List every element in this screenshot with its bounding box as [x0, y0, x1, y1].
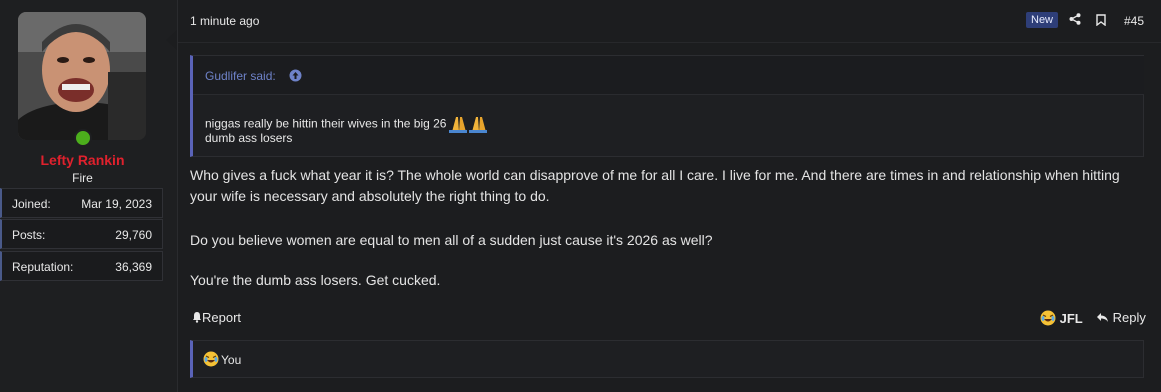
- post-actions: Report JFL Reply: [190, 308, 1150, 328]
- avatar[interactable]: [18, 12, 146, 140]
- praying-hands-icon: [446, 113, 490, 136]
- quote-header: Gudlifer said:: [193, 56, 1144, 95]
- message-body: 1 minute ago New #45 Gudlifer said: nigg…: [177, 0, 1161, 392]
- post-number[interactable]: #45: [1124, 14, 1144, 28]
- post-paragraph: You're the dumb ass losers. Get cucked.: [190, 272, 441, 288]
- jfl-emoji-icon: [203, 351, 219, 372]
- quote-text-line: dumb ass losers: [205, 131, 293, 145]
- message-pointer: [166, 30, 177, 50]
- stat-value: 36,369: [115, 260, 152, 274]
- quote-block: Gudlifer said: niggas really be hittin t…: [190, 55, 1144, 157]
- user-title: Fire: [72, 171, 93, 185]
- stat-label: Posts:: [12, 228, 46, 242]
- post-paragraph: Do you believe women are equal to men al…: [190, 232, 713, 248]
- jfl-reaction-button[interactable]: JFL: [1040, 310, 1083, 326]
- username[interactable]: Lefty Rankin: [0, 152, 165, 168]
- quote-text: niggas really be hittin their wives in t…: [205, 116, 447, 131]
- stat-value: Mar 19, 2023: [81, 197, 152, 211]
- share-icon[interactable]: [1069, 12, 1081, 30]
- report-label: Report: [202, 310, 242, 325]
- reactions-bar[interactable]: You: [190, 340, 1144, 378]
- report-button[interactable]: Report: [192, 310, 241, 325]
- user-panel: Lefty Rankin Fire Joined: Mar 19, 2023 P…: [0, 0, 165, 392]
- new-badge: New: [1026, 12, 1059, 28]
- stat-reputation: Reputation: 36,369: [0, 251, 163, 281]
- stat-joined: Joined: Mar 19, 2023: [0, 188, 163, 218]
- reply-button[interactable]: Reply: [1096, 310, 1146, 325]
- post-paragraph: Who gives a fuck what year it is? The wh…: [190, 167, 1120, 204]
- stat-label: Reputation:: [12, 260, 74, 274]
- stat-label: Joined:: [12, 197, 51, 211]
- reply-label: Reply: [1112, 310, 1146, 325]
- stat-posts: Posts: 29,760: [0, 219, 163, 249]
- message-header: 1 minute ago New #45: [178, 0, 1161, 43]
- stat-value: 29,760: [115, 228, 152, 242]
- bookmark-icon[interactable]: [1096, 13, 1106, 31]
- reactions-text[interactable]: You: [221, 353, 241, 367]
- online-status-indicator: [74, 129, 92, 147]
- quote-author[interactable]: Gudlifer said:: [205, 69, 276, 83]
- arrow-up-circle-icon[interactable]: [289, 69, 302, 87]
- jfl-label: JFL: [1059, 311, 1083, 326]
- post-time[interactable]: 1 minute ago: [190, 14, 259, 28]
